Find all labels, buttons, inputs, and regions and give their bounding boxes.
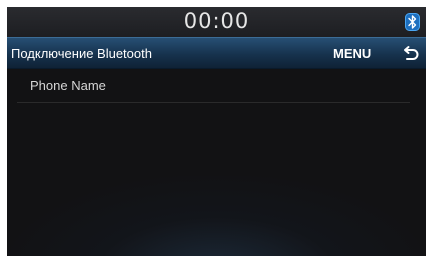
bluetooth-icon [405, 13, 420, 31]
list-item-label: Phone Name [30, 78, 106, 93]
settings-list: Phone Name [7, 70, 426, 103]
menu-button[interactable]: MENU [333, 46, 371, 61]
title-bar: Подключение Bluetooth MENU [7, 37, 426, 69]
screen: 00:00 Подключение Bluetooth MENU Phone N… [7, 7, 426, 256]
status-bar: 00:00 [7, 7, 426, 37]
background-glow [7, 176, 426, 256]
page-title: Подключение Bluetooth [11, 46, 152, 61]
list-item-phone-name[interactable]: Phone Name [17, 70, 410, 103]
clock: 00:00 [183, 9, 250, 33]
display-bezel: 00:00 Подключение Bluetooth MENU Phone N… [0, 0, 433, 263]
back-arrow-icon[interactable] [401, 45, 421, 63]
